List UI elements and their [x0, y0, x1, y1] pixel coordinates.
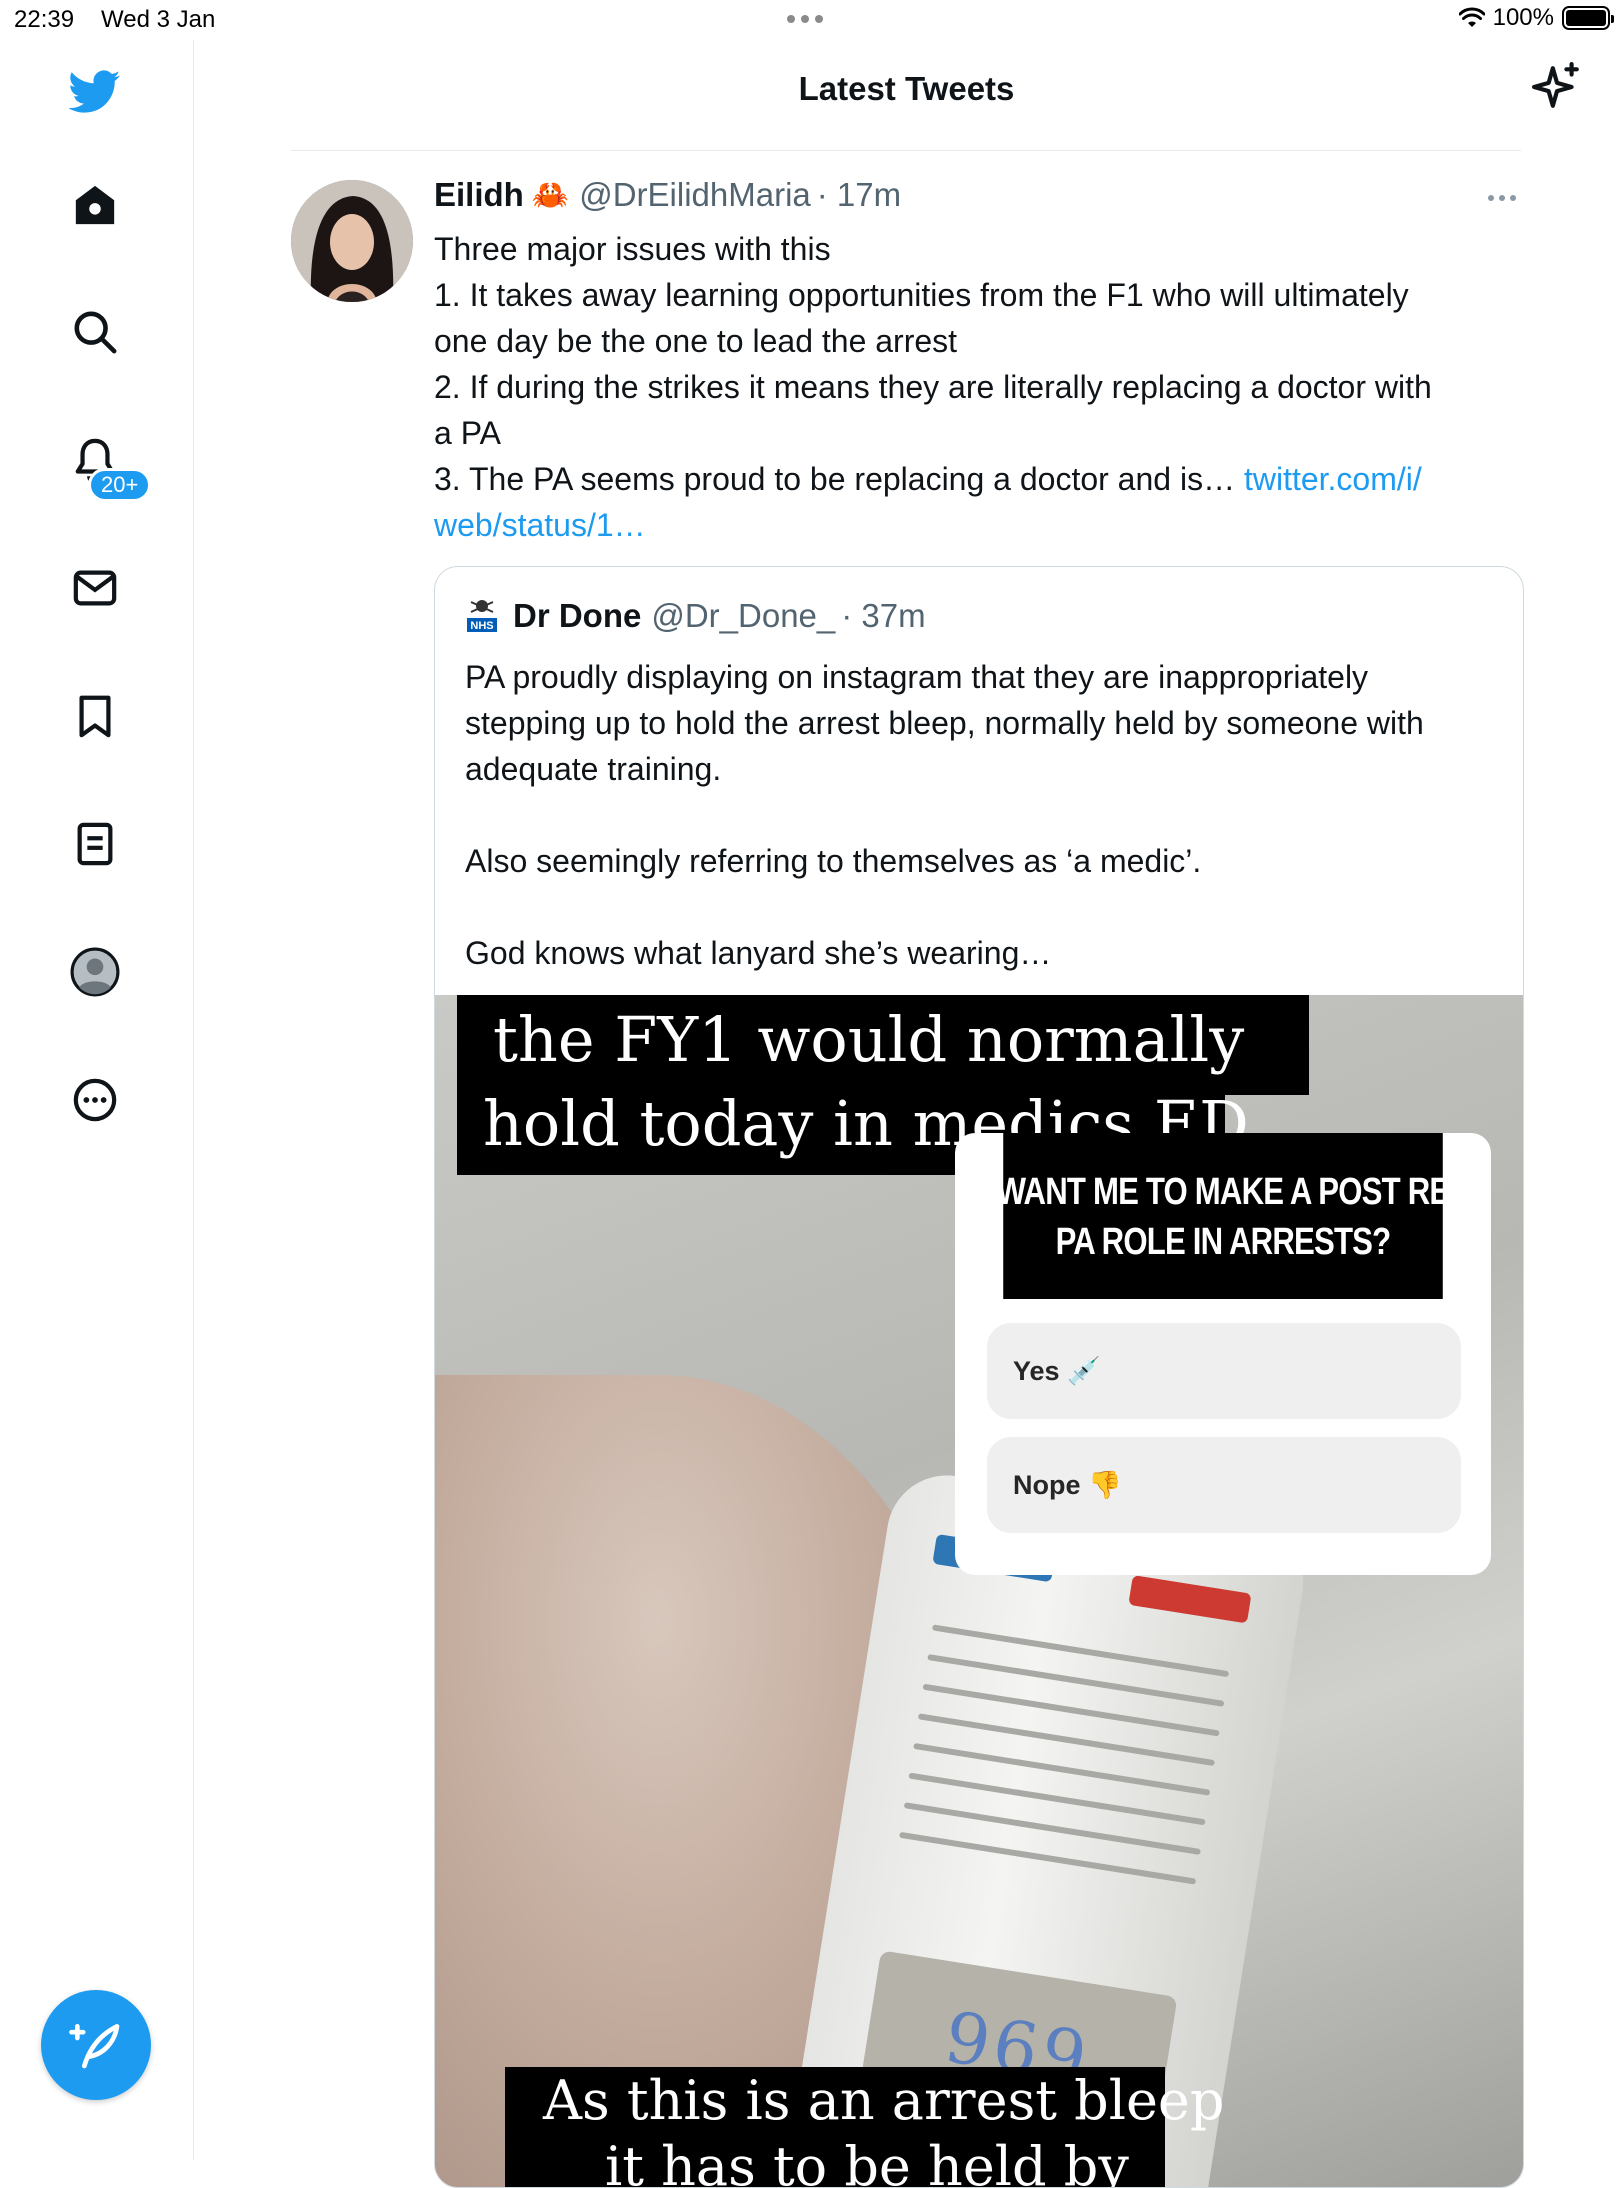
- media-caption-line: the FY1 would normally: [493, 1003, 1245, 1076]
- tweet-author-name[interactable]: Eilidh: [434, 176, 524, 214]
- more-options-icon[interactable]: [55, 1060, 135, 1140]
- tweet-link-continued[interactable]: web/status/1…: [434, 507, 646, 543]
- quote-tweet-header: NHS Dr Done @Dr_Done_ · 37m: [465, 597, 926, 635]
- quote-tweet-media-image[interactable]: 969 the FY1 would normally hold today in…: [435, 995, 1523, 2188]
- quote-author-avatar-icon: NHS: [467, 600, 497, 632]
- quote-text-line: stepping up to hold the arrest bleep, no…: [465, 705, 1424, 741]
- quote-text-line: God knows what lanyard she’s wearing…: [465, 935, 1052, 971]
- media-bottom-caption-cut: it has to be held by: [605, 2135, 1129, 2188]
- quote-text-line: Also seemingly referring to themselves a…: [465, 843, 1202, 879]
- tweet-author-avatar[interactable]: [291, 180, 413, 302]
- tweet-text-line: Three major issues with this: [434, 231, 831, 267]
- status-date: Wed 3 Jan: [101, 6, 216, 33]
- tweet-author-handle[interactable]: @DrEilidhMaria: [579, 176, 811, 214]
- crab-emoji-icon: 🦀: [531, 178, 570, 212]
- instagram-poll-sticker: WANT ME TO MAKE A POST RE PA ROLE IN ARR…: [955, 1133, 1491, 1575]
- tweet-text-line: 2. If during the strikes it means they a…: [434, 369, 1432, 405]
- tweet-text-line: 3. The PA seems proud to be replacing a …: [434, 461, 1244, 497]
- poll-option-yes: Yes 💉: [987, 1323, 1461, 1419]
- sparkle-timeline-icon[interactable]: [1532, 61, 1582, 117]
- poll-option-no: Nope 👎: [987, 1437, 1461, 1533]
- tweet-text-line: 1. It takes away learning opportunities …: [434, 277, 1409, 313]
- battery-icon: [1562, 6, 1614, 30]
- search-icon[interactable]: [55, 292, 135, 372]
- sidebar: 20+: [0, 40, 194, 2160]
- tweet-link[interactable]: twitter.com/i/: [1244, 461, 1422, 497]
- quote-text-line: PA proudly displaying on instagram that …: [465, 659, 1369, 695]
- battery-percent: 100%: [1492, 4, 1554, 31]
- tweet-text-line: one day be the one to lead the arrest: [434, 323, 958, 359]
- svg-text:NHS: NHS: [470, 620, 493, 632]
- quote-author-handle: @Dr_Done_: [651, 597, 836, 634]
- quote-tweet-card[interactable]: NHS Dr Done @Dr_Done_ · 37m PA proudly d…: [434, 566, 1524, 2188]
- notifications-badge: 20+: [88, 468, 152, 502]
- compose-feather-icon: [69, 2024, 120, 2069]
- quote-text-line: [465, 884, 1495, 930]
- home-icon[interactable]: [55, 165, 135, 245]
- quote-tweet-text: PA proudly displaying on instagram that …: [465, 654, 1495, 976]
- poll-question-line: WANT ME TO MAKE A POST RE: [996, 1171, 1451, 1213]
- multitasking-dots-icon[interactable]: [787, 15, 823, 23]
- bookmark-icon[interactable]: [55, 676, 135, 756]
- twitter-logo-icon[interactable]: [55, 52, 135, 132]
- media-bottom-caption: As this is an arrest bleep: [543, 2069, 1225, 2132]
- header-divider: [291, 150, 1521, 151]
- tweet-text: Three major issues with this 1. It takes…: [434, 226, 1524, 548]
- poll-question-line: PA ROLE IN ARRESTS?: [1055, 1221, 1392, 1263]
- tweet-header: Eilidh 🦀 @DrEilidhMaria · 17m: [434, 176, 901, 214]
- compose-tweet-button[interactable]: [41, 1990, 151, 2100]
- status-right: 100%: [1458, 4, 1614, 32]
- status-time: 22:39: [14, 6, 75, 33]
- lists-icon[interactable]: [55, 804, 135, 884]
- quote-text-line: adequate training.: [465, 751, 722, 787]
- quote-author-name: Dr Done: [513, 597, 642, 634]
- tweet-text-line: a PA: [434, 415, 501, 451]
- quote-text-line: [465, 792, 1495, 838]
- profile-avatar-icon[interactable]: [55, 932, 135, 1012]
- poll-question: WANT ME TO MAKE A POST RE PA ROLE IN ARR…: [997, 1133, 1450, 1299]
- status-bar: 22:39 Wed 3 Jan 100%: [0, 0, 1620, 40]
- tweet-more-icon[interactable]: [1488, 195, 1516, 201]
- tweet-timestamp[interactable]: · 17m: [817, 176, 901, 214]
- page-title: Latest Tweets: [798, 70, 1015, 107]
- quote-timestamp: · 37m: [841, 597, 926, 634]
- wifi-icon: [1458, 7, 1485, 27]
- messages-mail-icon[interactable]: [55, 548, 135, 628]
